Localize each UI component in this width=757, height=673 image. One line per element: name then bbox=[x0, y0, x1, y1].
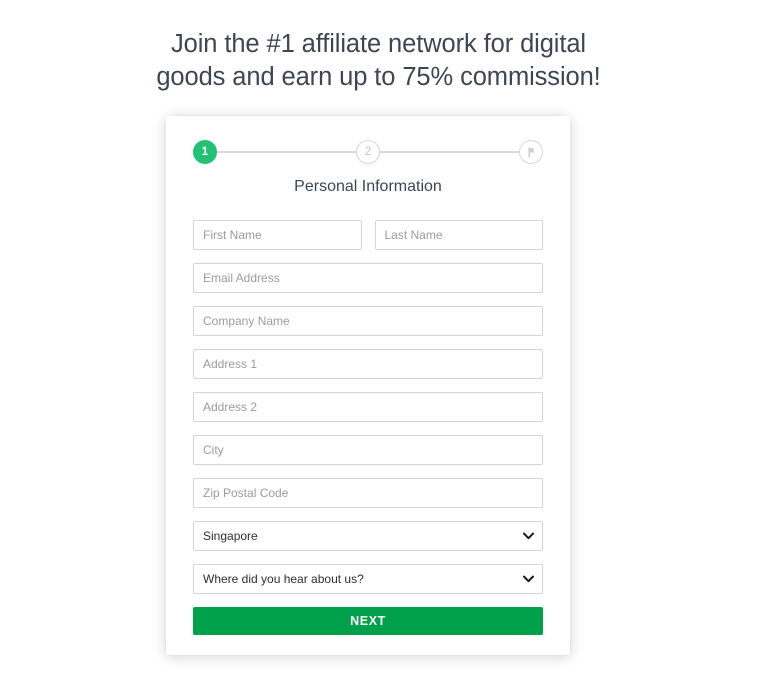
next-button[interactable]: NEXT bbox=[193, 607, 543, 635]
headline-line-2: goods and earn up to 75% commission! bbox=[156, 63, 601, 91]
company-name-input[interactable] bbox=[193, 306, 543, 336]
section-title: Personal Information bbox=[294, 178, 442, 195]
personal-information-form: Singapore Where did you hear about us? bbox=[193, 220, 543, 635]
progress-stepper: 1 2 bbox=[193, 138, 543, 166]
address-2-input[interactable] bbox=[193, 392, 543, 422]
step-2-label: 2 bbox=[364, 146, 372, 158]
step-indicator-3[interactable] bbox=[519, 140, 543, 164]
email-address-input[interactable] bbox=[193, 263, 543, 293]
step-indicator-1[interactable]: 1 bbox=[193, 140, 217, 164]
country-select-wrapper: Singapore bbox=[193, 521, 543, 551]
name-field-row bbox=[193, 220, 543, 250]
page-headline: Join the #1 affiliate network for digita… bbox=[0, 28, 757, 94]
step-indicator-2[interactable]: 2 bbox=[356, 140, 380, 164]
first-name-input[interactable] bbox=[193, 220, 362, 250]
zip-postal-code-input[interactable] bbox=[193, 478, 543, 508]
step-connector-1 bbox=[217, 151, 356, 153]
step-1-label: 1 bbox=[201, 146, 209, 158]
signup-page: Join the #1 affiliate network for digita… bbox=[0, 0, 757, 673]
referral-select[interactable]: Where did you hear about us? bbox=[193, 564, 543, 594]
city-input[interactable] bbox=[193, 435, 543, 465]
address-1-input[interactable] bbox=[193, 349, 543, 379]
country-select[interactable]: Singapore bbox=[193, 521, 543, 551]
last-name-input[interactable] bbox=[374, 220, 543, 250]
signup-card: 1 2 Personal Information First Name Last… bbox=[166, 116, 570, 655]
step-connector-2 bbox=[380, 151, 519, 153]
referral-select-wrapper: Where did you hear about us? bbox=[193, 564, 543, 594]
headline-line-1: Join the #1 affiliate network for digita… bbox=[170, 30, 586, 58]
flag-icon bbox=[525, 146, 538, 159]
